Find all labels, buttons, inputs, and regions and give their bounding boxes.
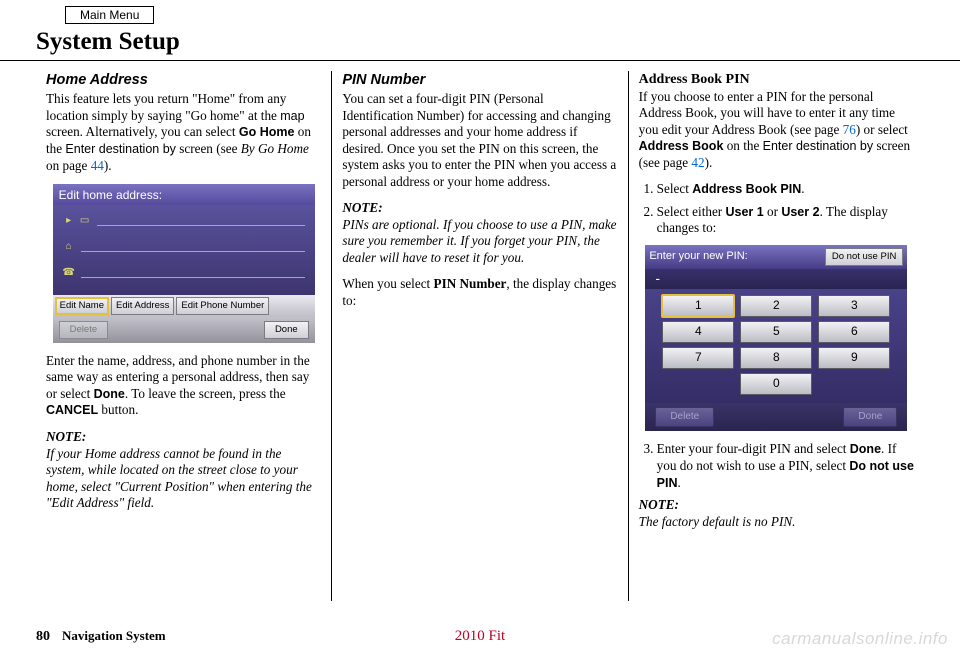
text: When you select <box>342 276 433 291</box>
edit-phone-button[interactable]: Edit Phone Number <box>176 297 269 315</box>
text: . <box>678 475 681 490</box>
user2-ref: User 2 <box>781 205 819 219</box>
cancel-ref: CANCEL <box>46 403 98 417</box>
text: ) or select <box>856 122 908 137</box>
key-5[interactable]: 5 <box>740 321 812 343</box>
pin-done-button[interactable]: Done <box>843 407 897 428</box>
column-pin-number: PIN Number You can set a four-digit PIN … <box>331 71 627 601</box>
edit-address-button[interactable]: Edit Address <box>111 297 174 315</box>
note-block: NOTE: The factory default is no PIN. <box>639 497 914 530</box>
step-1: Select Address Book PIN. <box>657 181 914 198</box>
key-4[interactable]: 4 <box>662 321 734 343</box>
row-phone: ☎ <box>61 263 305 283</box>
pin-keypad: 1 2 3 4 5 6 7 8 9 0 <box>645 289 907 403</box>
pin-display: - <box>645 269 907 289</box>
enter-pin-screen: Enter your new PIN: Do not use PIN - 1 2… <box>645 245 907 431</box>
row-address: ⌂ <box>61 237 305 257</box>
screen-body: ▸▭ ⌂ ☎ <box>53 205 315 295</box>
pin-icon: ⌂ <box>61 240 77 254</box>
text: or <box>764 204 782 219</box>
address-book-pin-ref: Address Book PIN <box>692 182 801 196</box>
step-3: Enter your four-digit PIN and select Don… <box>657 441 914 491</box>
text: . To leave the screen, press the <box>125 386 286 401</box>
address-book-ref: Address Book <box>639 139 724 153</box>
key-9[interactable]: 9 <box>818 347 890 369</box>
heading-address-book-pin: Address Book PIN <box>639 71 914 89</box>
enter-dest-ref: Enter destination by <box>65 142 176 156</box>
steps-list-cont: Enter your four-digit PIN and select Don… <box>639 441 914 491</box>
go-home-ref: Go Home <box>239 125 295 139</box>
pin-number-ref: PIN Number <box>434 276 507 291</box>
key-1[interactable]: 1 <box>662 295 734 317</box>
note-block: NOTE: If your Home address cannot be fou… <box>46 429 321 512</box>
text: button. <box>98 402 138 417</box>
pin-intro: You can set a four-digit PIN (Personal I… <box>342 91 617 190</box>
note-body: The factory default is no PIN. <box>639 514 796 529</box>
note-label: NOTE: <box>342 200 382 215</box>
key-2[interactable]: 2 <box>740 295 812 317</box>
note-body: If your Home address cannot be found in … <box>46 446 312 511</box>
text: ). <box>104 158 112 173</box>
abpin-intro: If you choose to enter a PIN for the per… <box>639 89 914 172</box>
done-button[interactable]: Done <box>264 321 309 339</box>
pin-select-paragraph: When you select PIN Number, the display … <box>342 276 617 309</box>
do-not-use-pin-button[interactable]: Do not use PIN <box>825 248 903 266</box>
key-7[interactable]: 7 <box>662 347 734 369</box>
note-label: NOTE: <box>639 497 679 512</box>
note-body: PINs are optional. If you choose to use … <box>342 217 616 265</box>
pin-screen-footer: Delete Done <box>645 403 907 432</box>
main-menu-button[interactable]: Main Menu <box>65 6 154 24</box>
done-ref: Done <box>94 387 125 401</box>
phone-icon: ☎ <box>61 266 77 280</box>
page-title: System Setup <box>0 26 960 61</box>
enter-dest-ref: Enter destination by <box>763 139 874 153</box>
by-go-home-ref: By Go Home <box>241 141 309 156</box>
pin-note: NOTE: PINs are optional. If you choose t… <box>342 200 617 266</box>
heading-home-address: Home Address <box>46 71 321 89</box>
page-link-42[interactable]: 42 <box>691 155 704 170</box>
pin-screen-title: Enter your new PIN: <box>649 250 819 264</box>
text: Select either <box>657 204 726 219</box>
cursor-icon: ▸ <box>61 214 77 228</box>
text: This feature lets you return "Home" from… <box>46 91 286 123</box>
pin-screen-header: Enter your new PIN: Do not use PIN <box>645 245 907 269</box>
pin-delete-button[interactable]: Delete <box>655 407 714 428</box>
note-label: NOTE: <box>46 429 86 444</box>
edit-button-row: Edit Name Edit Address Edit Phone Number <box>53 295 315 317</box>
map-screen-ref: map <box>280 109 304 123</box>
key-3[interactable]: 3 <box>818 295 890 317</box>
column-address-book-pin: Address Book PIN If you choose to enter … <box>628 71 924 601</box>
row-name: ▸▭ <box>61 211 305 231</box>
column-home-address: Home Address This feature lets you retur… <box>36 71 331 601</box>
key-0[interactable]: 0 <box>740 373 812 395</box>
text: on page <box>46 158 91 173</box>
screen-footer: Delete Done <box>53 317 315 343</box>
text: . <box>801 181 804 196</box>
content-columns: Home Address This feature lets you retur… <box>0 61 960 601</box>
user1-ref: User 1 <box>726 205 764 219</box>
text: screen (see <box>176 141 241 156</box>
key-8[interactable]: 8 <box>740 347 812 369</box>
page-link-76[interactable]: 76 <box>843 122 856 137</box>
edit-name-button[interactable]: Edit Name <box>55 297 109 315</box>
step-2: Select either User 1 or User 2. The disp… <box>657 204 914 237</box>
delete-button[interactable]: Delete <box>59 321 108 339</box>
card-icon: ▭ <box>77 214 93 228</box>
enter-info-paragraph: Enter the name, address, and phone numbe… <box>46 353 321 419</box>
home-address-intro: This feature lets you return "Home" from… <box>46 91 321 174</box>
screen-title: Edit home address: <box>53 184 315 205</box>
edit-home-address-screen: Edit home address: ▸▭ ⌂ ☎ Edit Name Edit… <box>53 184 315 343</box>
heading-pin-number: PIN Number <box>342 71 617 89</box>
watermark: carmanualsonline.info <box>772 629 948 649</box>
key-6[interactable]: 6 <box>818 321 890 343</box>
text: Select <box>657 181 693 196</box>
text: ). <box>705 155 713 170</box>
text: screen. Alternatively, you can select <box>46 124 239 139</box>
text: Enter your four-digit PIN and select <box>657 441 850 456</box>
page-link-44[interactable]: 44 <box>91 158 104 173</box>
done-ref: Done <box>850 442 881 456</box>
steps-list: Select Address Book PIN. Select either U… <box>639 181 914 237</box>
text: on the <box>723 138 762 153</box>
